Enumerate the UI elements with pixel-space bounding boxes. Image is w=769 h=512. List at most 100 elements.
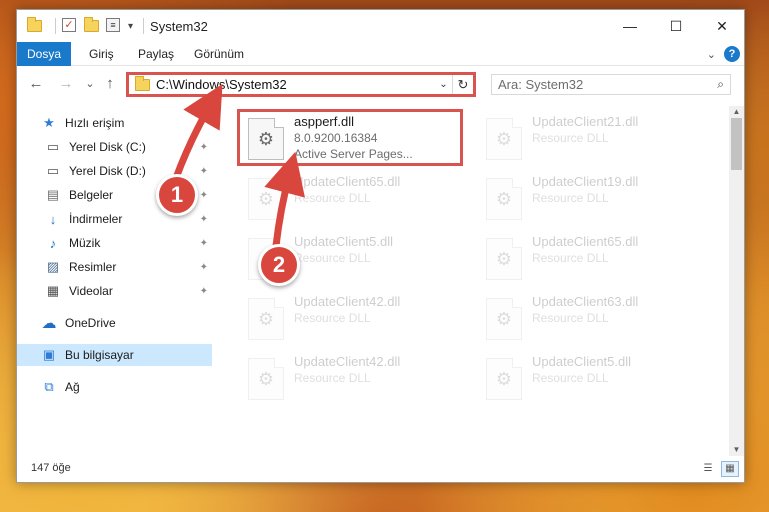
sidebar-item-this-pc[interactable]: ▣ Bu bilgisayar [17, 344, 212, 366]
file-item[interactable]: ⚙ UpdateClient19.dll Resource DLL [478, 172, 708, 226]
tab-home[interactable]: Giriş [79, 42, 124, 66]
sidebar-item-label: Videolar [69, 284, 113, 298]
refresh-button[interactable]: ↻ [453, 77, 473, 93]
star-icon: ★ [43, 115, 55, 130]
dll-file-icon: ⚙ [486, 358, 522, 400]
help-icon[interactable]: ? [724, 46, 740, 62]
new-folder-icon[interactable] [84, 17, 100, 34]
file-item[interactable]: ⚙ UpdateClient5.dll Resource DLL [478, 352, 708, 406]
pin-icon[interactable]: ✦ [200, 190, 208, 201]
minimize-button[interactable]: — [607, 10, 653, 42]
search-box[interactable]: Ara: System32 ⌕ [491, 74, 731, 95]
sidebar-item-videos[interactable]: ▦ Videolar ✦ [17, 280, 212, 302]
close-button[interactable]: ✕ [699, 10, 745, 42]
sidebar-item-label: Hızlı erişim [65, 116, 125, 130]
sidebar-item-local-disk-c[interactable]: ▭ Yerel Disk (C:) ✦ [17, 136, 212, 158]
divider [143, 18, 145, 34]
properties-check-icon[interactable]: ✓ [62, 18, 78, 34]
explorer-window: ✓ ≡ ▾ System32 — ☐ ✕ Dosya Giriş Paylaş … [16, 9, 745, 483]
address-dropdown-button[interactable]: ⌄ [435, 75, 453, 94]
back-button[interactable]: ← [27, 75, 45, 93]
divider [55, 18, 56, 34]
address-bar[interactable]: C:\Windows\System32 ⌄ ↻ [126, 72, 476, 97]
sidebar-item-label: Müzik [69, 236, 101, 250]
expand-ribbon-icon[interactable]: ⌄ [707, 48, 716, 61]
sidebar-item-network[interactable]: ⧉ Ağ [17, 376, 212, 398]
network-icon: ⧉ [44, 379, 54, 394]
file-description: Resource DLL [294, 311, 371, 325]
forward-button[interactable]: → [57, 75, 75, 93]
file-description: Resource DLL [294, 251, 371, 265]
drive-icon: ▭ [46, 139, 60, 154]
drive-icon: ▭ [46, 163, 60, 178]
vertical-scrollbar[interactable]: ▲ ▼ [729, 106, 744, 456]
quick-access-toolbar: ✓ ≡ ▾ System32 [27, 17, 208, 34]
step-1-badge: 1 [156, 174, 198, 216]
item-count: 147 öğe [31, 462, 71, 474]
tab-view[interactable]: Görünüm [184, 42, 254, 66]
sidebar-item-pictures[interactable]: ▨ Resimler ✦ [17, 256, 212, 278]
downloads-icon: ↓ [49, 211, 57, 227]
window-title: System32 [150, 18, 208, 34]
navigation-pane: ★ Hızlı erişim ▭ Yerel Disk (C:) ✦ ▭ Yer… [17, 106, 212, 451]
file-item[interactable]: ⚙ UpdateClient42.dll Resource DLL [240, 352, 470, 406]
sidebar-item-music[interactable]: ♪ Müzik ✦ [17, 232, 212, 254]
sidebar-item-label: OneDrive [65, 316, 116, 330]
pin-icon[interactable]: ✦ [200, 166, 208, 177]
music-icon: ♪ [49, 235, 57, 251]
quick-access-dropdown[interactable]: ▾ [128, 21, 133, 32]
sidebar-item-label: Resimler [69, 260, 117, 274]
pin-icon[interactable]: ✦ [200, 286, 208, 297]
details-view-icon[interactable]: ☰ [699, 461, 717, 477]
file-description: Resource DLL [294, 371, 371, 385]
file-name: UpdateClient5.dll [532, 354, 632, 369]
pin-icon[interactable]: ✦ [200, 262, 208, 273]
title-bar: ✓ ≡ ▾ System32 — ☐ ✕ [17, 10, 744, 42]
file-item[interactable]: ⚙ UpdateClient65.dll Resource DLL [240, 172, 470, 226]
search-icon[interactable]: ⌕ [717, 77, 724, 92]
step-2-badge: 2 [258, 244, 300, 286]
search-input[interactable]: Ara: System32 [498, 77, 717, 92]
dll-file-icon: ⚙ [248, 178, 284, 220]
address-path[interactable]: C:\Windows\System32 [156, 77, 435, 92]
dll-file-icon: ⚙ [248, 358, 284, 400]
scroll-down-icon[interactable]: ▼ [729, 444, 744, 456]
sidebar-item-label: Yerel Disk (C:) [69, 140, 146, 154]
file-name: UpdateClient5.dll [294, 234, 394, 249]
file-item[interactable]: ⚙ UpdateClient42.dll Resource DLL [240, 292, 470, 346]
scroll-thumb[interactable] [731, 118, 742, 170]
file-name: UpdateClient42.dll [294, 354, 401, 369]
file-description: Resource DLL [532, 311, 609, 325]
folder-icon [135, 75, 150, 91]
pin-icon[interactable]: ✦ [200, 214, 208, 225]
file-list: ⚙ aspperf.dll 8.0.9200.16384 Active Serv… [220, 106, 728, 451]
tiles-view-icon[interactable]: ▦ [721, 461, 739, 477]
computer-icon: ▣ [42, 347, 56, 362]
sidebar-item-label: Ağ [65, 380, 80, 394]
sidebar-item-label: Yerel Disk (D:) [69, 164, 146, 178]
tab-share[interactable]: Paylaş [128, 42, 184, 66]
recent-locations-button[interactable]: ⌄ [81, 75, 99, 93]
sidebar-item-onedrive[interactable]: ☁ OneDrive [17, 312, 212, 334]
file-item[interactable]: ⚙ UpdateClient21.dll Resource DLL [478, 112, 708, 166]
up-button[interactable]: ↑ [101, 75, 119, 93]
file-name: UpdateClient21.dll [532, 114, 639, 129]
scroll-up-icon[interactable]: ▲ [729, 106, 744, 118]
dll-file-icon: ⚙ [486, 178, 522, 220]
file-description: Resource DLL [294, 191, 371, 205]
properties-icon[interactable]: ≡ [106, 18, 122, 34]
pin-icon[interactable]: ✦ [200, 238, 208, 249]
file-item[interactable]: ⚙ UpdateClient63.dll Resource DLL [478, 292, 708, 346]
file-highlight-box [237, 109, 463, 166]
file-name: UpdateClient65.dll [532, 234, 639, 249]
maximize-button[interactable]: ☐ [653, 10, 699, 42]
pin-icon[interactable]: ✦ [200, 142, 208, 153]
sidebar-item-quick-access[interactable]: ★ Hızlı erişim [17, 112, 212, 134]
tab-file[interactable]: Dosya [17, 42, 71, 66]
sidebar-item-label: Bu bilgisayar [65, 348, 134, 362]
file-item[interactable]: ⚙ UpdateClient65.dll Resource DLL [478, 232, 708, 286]
status-bar: 147 öğe ☰ ▦ [17, 460, 744, 482]
dll-file-icon: ⚙ [248, 298, 284, 340]
ribbon-controls: ⌄ ? [707, 46, 740, 62]
file-description: Resource DLL [532, 131, 609, 145]
